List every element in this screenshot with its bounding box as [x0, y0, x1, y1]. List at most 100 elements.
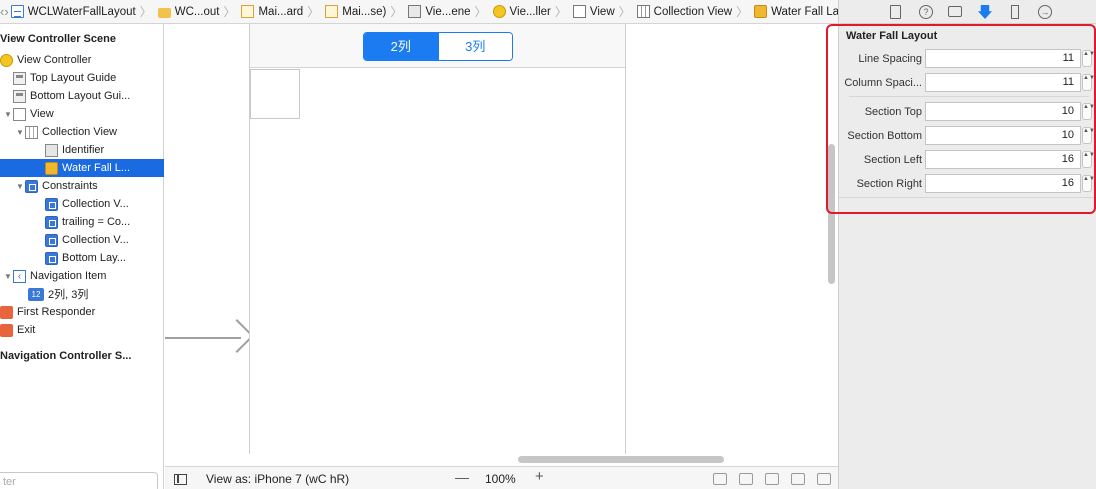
connections-inspector-icon[interactable]: →	[1038, 5, 1052, 19]
breadcrumb-storyboard-base[interactable]: Mai...se) 〉	[323, 0, 406, 23]
update-frames-icon[interactable]	[713, 473, 727, 485]
outline-item-identifier[interactable]: Identifier	[0, 141, 164, 159]
inspector-tab-bar: ? →	[839, 0, 1096, 24]
zoom-out-button[interactable]: —	[455, 469, 469, 485]
chevron-right-icon: 〉	[736, 5, 749, 19]
view-controller-frame[interactable]: 2列 3列	[249, 24, 626, 454]
constraints-icon	[25, 179, 38, 193]
layout-object-icon	[754, 5, 768, 18]
breadcrumb-folder[interactable]: WC...out 〉	[156, 0, 240, 23]
chevron-right-icon: 〉	[390, 5, 403, 19]
breadcrumb-collection-view[interactable]: Collection View 〉	[635, 0, 752, 23]
scene-header-navigation[interactable]: Navigation Controller S...	[0, 347, 164, 365]
file-inspector-icon[interactable]	[890, 5, 901, 19]
chevron-right-icon: 〉	[554, 5, 567, 19]
breadcrumb-layout[interactable]: Water Fall Layout	[752, 0, 838, 23]
property-label: Section Bottom	[847, 130, 922, 142]
navigation-item-icon: ‹	[13, 269, 26, 283]
breadcrumb-storyboard[interactable]: Mai...ard 〉	[239, 0, 323, 23]
property-row-column-spacing: Column Spaci... 11 ▲▼	[839, 73, 1096, 93]
stepper-icon[interactable]: ▲▼	[1082, 127, 1095, 144]
jump-bar: ‹ › WCLWaterFallLayout 〉 WC...out 〉 Mai...…	[0, 0, 838, 24]
outline-item-exit[interactable]: Exit	[0, 321, 164, 339]
exit-icon	[0, 323, 13, 337]
segment-three-columns[interactable]: 3列	[437, 33, 512, 60]
outline-item-water-fall-layout[interactable]: Water Fall L...	[0, 159, 164, 177]
disclosure-triangle-icon[interactable]: ▼	[15, 128, 25, 137]
outline-item-constraint-1[interactable]: Collection V...	[0, 195, 164, 213]
swift-file-icon	[10, 5, 24, 18]
sidebar-toggle-icon[interactable]	[174, 474, 187, 485]
breadcrumb-view-controller[interactable]: Vie...ller 〉	[491, 0, 571, 23]
scene-header[interactable]: View Controller Scene	[0, 30, 164, 48]
outline-item-navigation-item[interactable]: ▼ ‹ Navigation Item	[0, 267, 164, 285]
zoom-level: 100%	[485, 472, 516, 486]
add-constraints-icon[interactable]	[791, 473, 805, 485]
attributes-inspector: ? → Water Fall Layout Line Spacing 11 ▲▼…	[838, 0, 1096, 489]
disclosure-triangle-icon[interactable]: ▼	[3, 272, 13, 281]
collection-view-icon	[25, 125, 38, 139]
divider	[849, 96, 1089, 97]
outline-item-constraints[interactable]: ▼ Constraints	[0, 177, 164, 195]
collection-cell[interactable]	[250, 69, 300, 119]
storyboard-icon	[241, 5, 255, 18]
outline-item-collection-view[interactable]: ▼ Collection View	[0, 123, 164, 141]
horizontal-scrollbar[interactable]	[518, 456, 724, 463]
property-row-section-bottom: Section Bottom 10 ▲▼	[839, 126, 1096, 146]
outline-item-view[interactable]: ▼ View	[0, 105, 164, 123]
view-as-button[interactable]: View as: iPhone 7 (wC hR)	[206, 472, 349, 486]
outline-item-constraint-4[interactable]: Bottom Lay...	[0, 249, 164, 267]
outline-item-segmented-control[interactable]: 12 2列, 3列	[0, 285, 164, 303]
scene-icon	[408, 5, 422, 18]
zoom-in-button[interactable]: +	[535, 468, 544, 485]
breadcrumb-project[interactable]: WCLWaterFallLayout 〉	[9, 0, 156, 23]
outline-item-bottom-layout-guide[interactable]: Bottom Layout Gui...	[0, 87, 164, 105]
stepper-icon[interactable]: ▲▼	[1082, 50, 1095, 67]
storyboard-canvas[interactable]: 2列 3列	[165, 24, 838, 466]
outline-item-first-responder[interactable]: First Responder	[0, 303, 164, 321]
property-row-section-left: Section Left 16 ▲▼	[839, 150, 1096, 170]
section-top-field[interactable]: 10	[925, 102, 1081, 121]
chevron-right-icon: 〉	[223, 5, 236, 19]
property-label: Section Top	[864, 106, 922, 118]
outline-filter-input[interactable]: ter	[0, 472, 158, 489]
outline-item-constraint-2[interactable]: trailing = Co...	[0, 213, 164, 231]
view-controller-icon	[0, 53, 13, 67]
breadcrumb-view[interactable]: View 〉	[571, 0, 635, 23]
column-spacing-field[interactable]: 11	[925, 73, 1081, 92]
layout-guide-icon	[13, 89, 26, 103]
cell-icon	[45, 143, 58, 157]
quick-help-icon[interactable]: ?	[919, 5, 933, 19]
line-spacing-field[interactable]: 11	[925, 49, 1081, 68]
chevron-right-icon: 〉	[139, 5, 152, 19]
breadcrumb-scene[interactable]: Vie...ene 〉	[406, 0, 490, 23]
chevron-right-icon: 〉	[307, 5, 320, 19]
vertical-scrollbar[interactable]	[828, 144, 835, 284]
section-left-field[interactable]: 16	[925, 150, 1081, 169]
segment-two-columns[interactable]: 2列	[364, 33, 438, 60]
resolve-issues-icon[interactable]	[817, 473, 831, 485]
stepper-icon[interactable]: ▲▼	[1082, 103, 1095, 120]
view-icon	[13, 107, 26, 121]
segmented-control[interactable]: 2列 3列	[363, 32, 513, 61]
divider	[839, 197, 1096, 198]
section-right-field[interactable]: 16	[925, 174, 1081, 193]
stepper-icon[interactable]: ▲▼	[1082, 175, 1095, 192]
stepper-icon[interactable]: ▲▼	[1082, 151, 1095, 168]
identity-inspector-icon[interactable]	[948, 6, 962, 17]
stepper-icon[interactable]: ▲▼	[1082, 74, 1095, 91]
outline-item-constraint-3[interactable]: Collection V...	[0, 231, 164, 249]
outline-item-view-controller[interactable]: View Controller	[0, 51, 164, 69]
size-inspector-icon[interactable]	[1011, 5, 1019, 19]
property-label: Section Right	[856, 178, 922, 190]
constraint-icon	[45, 251, 58, 265]
align-icon[interactable]	[765, 473, 779, 485]
property-label: Line Spacing	[858, 53, 922, 65]
embed-stack-icon[interactable]	[739, 473, 753, 485]
outline-item-top-layout-guide[interactable]: Top Layout Guide	[0, 69, 164, 87]
disclosure-triangle-icon[interactable]: ▼	[3, 110, 13, 119]
canvas-bottom-bar: View as: iPhone 7 (wC hR) — 100% +	[165, 466, 838, 489]
section-bottom-field[interactable]: 10	[925, 126, 1081, 145]
attributes-inspector-icon[interactable]	[978, 5, 992, 19]
disclosure-triangle-icon[interactable]: ▼	[15, 182, 25, 191]
